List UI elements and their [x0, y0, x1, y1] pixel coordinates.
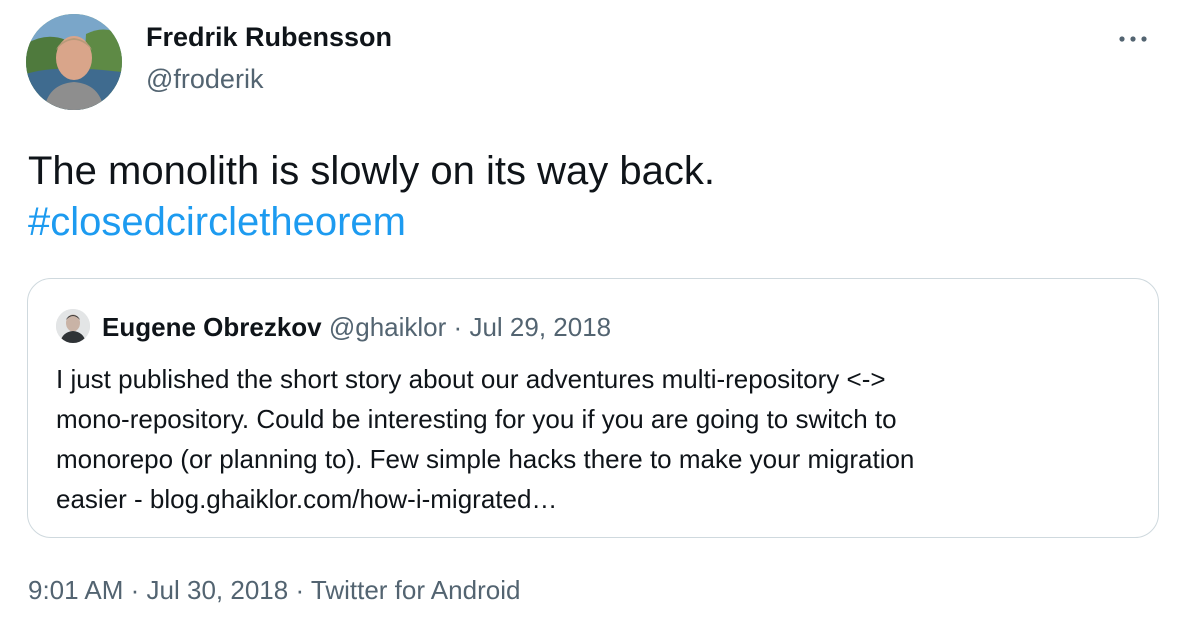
tweet: Fredrik Rubensson @froderik The monolith…: [0, 0, 1186, 640]
quoted-tweet-header: Eugene Obrezkov @ghaiklor · Jul 29, 2018: [102, 311, 611, 343]
quoted-tweet-line: mono-repository. Could be interesting fo…: [56, 404, 897, 434]
quoted-author-name: Eugene Obrezkov: [102, 312, 322, 342]
quoted-tweet-line: I just published the short story about o…: [56, 364, 886, 394]
author-handle[interactable]: @froderik: [146, 64, 263, 95]
author-avatar[interactable]: [26, 14, 122, 110]
tweet-source[interactable]: Twitter for Android: [311, 575, 521, 605]
tweet-date[interactable]: Jul 30, 2018: [147, 575, 289, 605]
quoted-tweet-body: I just published the short story about o…: [56, 359, 1146, 519]
quoted-meta-separator: ·: [453, 312, 463, 342]
quoted-author-avatar[interactable]: [56, 309, 90, 343]
quoted-author-avatar-image: [56, 309, 90, 343]
author-name[interactable]: Fredrik Rubensson: [146, 22, 392, 53]
author-avatar-image: [26, 14, 122, 110]
footer-separator: ·: [130, 575, 140, 605]
quoted-tweet-line: monorepo (or planning to). Few simple ha…: [56, 444, 915, 474]
footer-separator: ·: [295, 575, 305, 605]
tweet-footer: 9:01 AM · Jul 30, 2018 · Twitter for And…: [28, 572, 520, 608]
tweet-time[interactable]: 9:01 AM: [28, 575, 123, 605]
quoted-author-handle: @ghaiklor: [328, 312, 447, 342]
tweet-text: The monolith is slowly on its way back. …: [28, 146, 1148, 248]
tweet-text-body: The monolith is slowly on its way back.: [28, 149, 715, 193]
quoted-tweet-date: Jul 29, 2018: [469, 312, 612, 342]
more-button[interactable]: [1116, 22, 1150, 56]
quoted-tweet-card[interactable]: Eugene Obrezkov @ghaiklor · Jul 29, 2018…: [27, 278, 1159, 538]
quoted-tweet-line: easier - blog.ghaiklor.com/how-i-migrate…: [56, 484, 558, 514]
more-horizontal-icon: [1119, 36, 1147, 42]
hashtag-link[interactable]: #closedcircletheorem: [28, 197, 406, 248]
